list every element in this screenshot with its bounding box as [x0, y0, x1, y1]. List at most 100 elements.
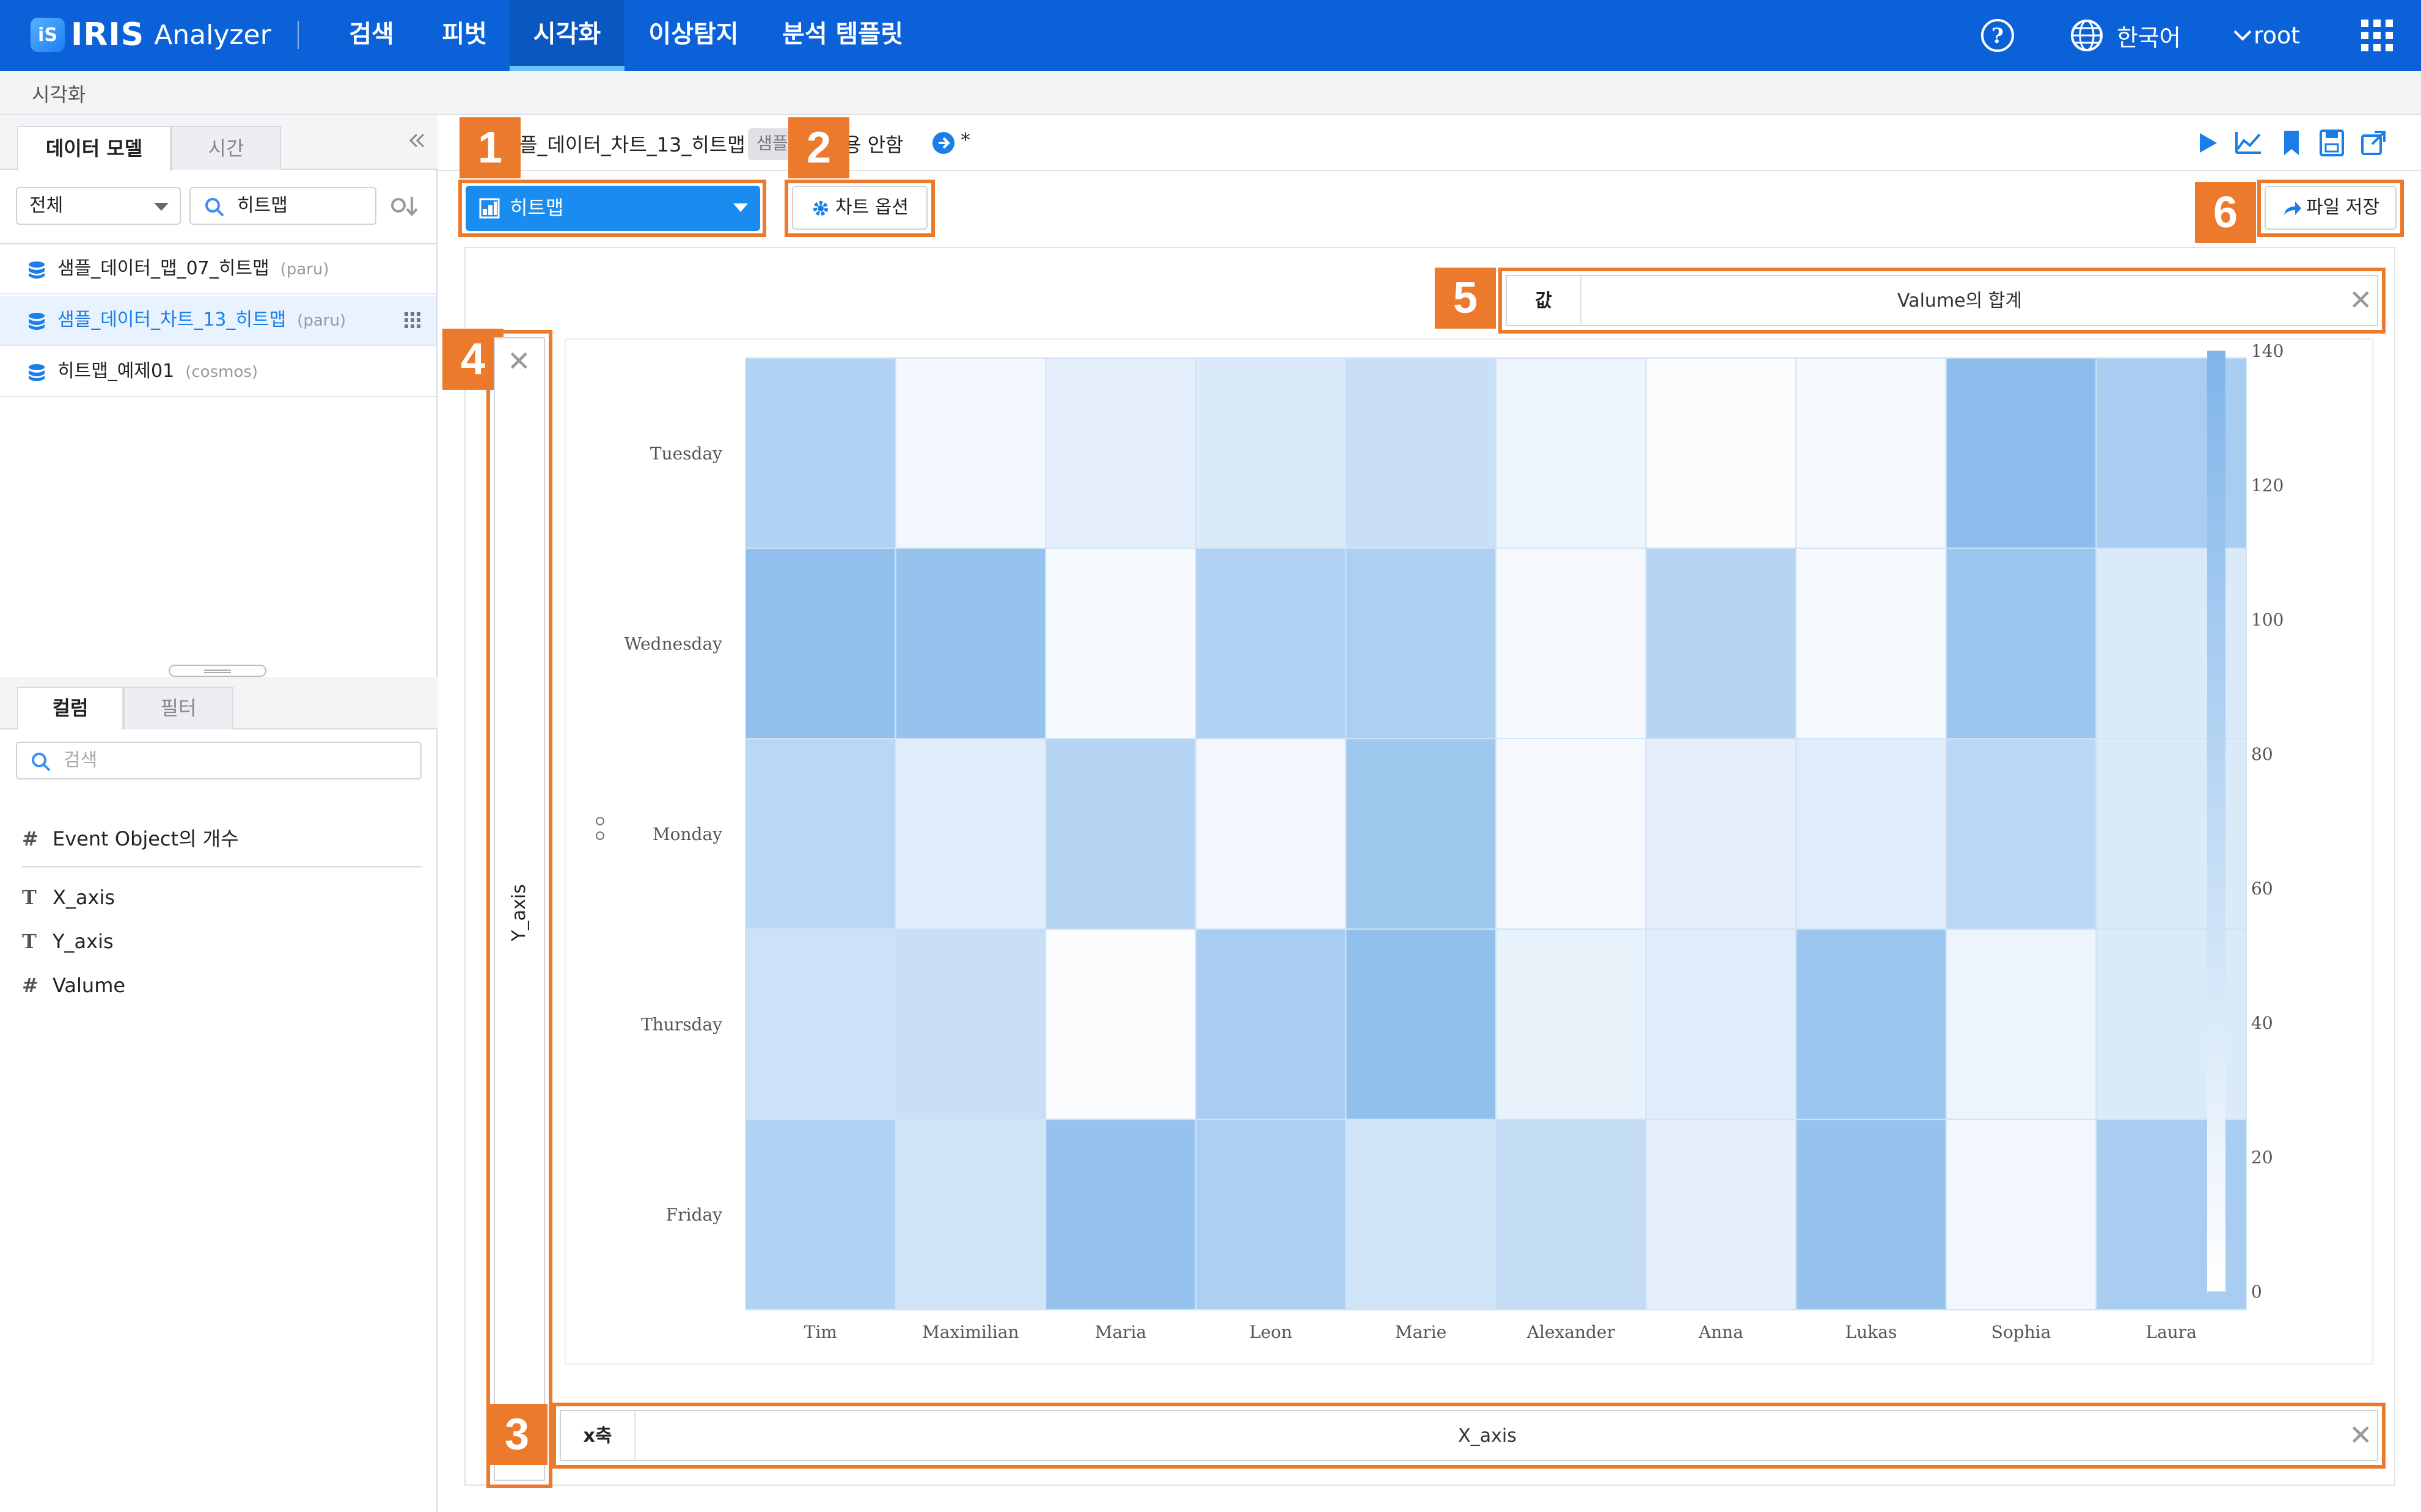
collapse-panel-icon[interactable]: [407, 131, 427, 150]
color-scale-tick: 0: [2251, 1282, 2262, 1302]
globe-icon: [2071, 20, 2103, 51]
legend-toggle[interactable]: [594, 811, 606, 848]
nav-analysis-template[interactable]: 분석 템플릿: [776, 0, 909, 71]
model-item-chart-13[interactable]: 샘플_데이터_차트_13_히트맵 (paru): [0, 296, 436, 346]
heatmap-cell: [1645, 738, 1797, 930]
heatmap-cell: [1345, 738, 1497, 930]
arrow-right-circle-icon[interactable]: [931, 131, 956, 155]
heatmap-cell: [745, 1119, 896, 1311]
x-axis-field-chip[interactable]: X_axis: [634, 1411, 2339, 1461]
report-title[interactable]: 플_데이터_차트_13_히트맵: [519, 130, 745, 158]
x-tick-label: Alexander: [1526, 1322, 1616, 1342]
logo-product: Analyzer: [154, 19, 271, 51]
heatmap-cell: [1195, 547, 1347, 740]
sharing-status: 용 안함: [843, 133, 904, 156]
panel-resize-handle[interactable]: [169, 665, 266, 677]
tab-time[interactable]: 시간: [171, 126, 281, 170]
heatmap-cell: [1495, 547, 1647, 740]
user-menu[interactable]: root: [2254, 0, 2300, 71]
heatmap-cell: [1645, 357, 1797, 549]
chevron-down-icon: [2233, 30, 2252, 41]
column-item-valume[interactable]: # Valume: [22, 970, 125, 1001]
model-item-heatmap-example[interactable]: 히트맵_예제01 (cosmos): [0, 347, 436, 397]
run-icon[interactable]: [2192, 128, 2222, 158]
sort-icon[interactable]: [390, 194, 420, 219]
remove-x-axis-field-icon[interactable]: ✕: [2349, 1421, 2373, 1449]
y-axis-field-value: Y_axis: [508, 884, 530, 941]
y-tick-label: Monday: [653, 824, 722, 844]
column-item-event-count[interactable]: # Event Object의 개수: [22, 824, 239, 854]
heatmap-cell: [1945, 1119, 2097, 1311]
x-axis-field-drop[interactable]: x축 X_axis ✕: [560, 1410, 2378, 1461]
heatmap-cell: [895, 738, 1047, 930]
value-field-drop[interactable]: 값 Valume의 합계 ✕: [1506, 275, 2378, 326]
line-chart-icon[interactable]: [2234, 128, 2263, 158]
callout-badge-3: 3: [486, 1404, 548, 1465]
remove-value-field-icon[interactable]: ✕: [2349, 286, 2373, 314]
nav-search[interactable]: 검색: [335, 0, 408, 71]
help-button[interactable]: ?: [1980, 0, 2015, 71]
save-file-button[interactable]: 파일 저장: [2265, 186, 2397, 230]
column-search-placeholder: 검색: [64, 750, 98, 771]
nav-anomaly-detection[interactable]: 이상탐지: [642, 0, 745, 71]
x-tick-label: Marie: [1395, 1322, 1446, 1342]
callout-badge-2: 2: [788, 117, 849, 178]
y-tick-label: Friday: [666, 1205, 722, 1225]
tab-filter[interactable]: 필터: [123, 687, 233, 729]
language-selector[interactable]: 한국어: [2069, 0, 2253, 71]
tab-columns[interactable]: 컬럼: [17, 687, 123, 729]
x-tick-label: Sophia: [1991, 1322, 2051, 1342]
column-search-input[interactable]: 검색: [16, 742, 422, 780]
chart-options-button[interactable]: 차트 옵션: [792, 186, 928, 230]
heatmap-cell: [1645, 547, 1797, 740]
heatmap-cell: [1045, 357, 1196, 549]
save-file-label: 파일 저장: [2306, 197, 2379, 218]
model-item-map-07[interactable]: 샘플_데이터_맵_07_히트맵 (paru): [0, 244, 436, 294]
external-link-icon[interactable]: [2359, 128, 2388, 158]
heatmap-cell: [1795, 547, 1947, 740]
breadcrumb-label: 시각화: [32, 83, 86, 106]
share-arrow-icon: [2284, 201, 2302, 215]
column-name: Y_axis: [53, 930, 114, 953]
nav-visualization[interactable]: 시각화: [510, 0, 624, 71]
left-panel: 데이터 모델 시간 전체 히트맵 샘플_데이터_맵_07_히트맵 (paru) 샘…: [0, 115, 438, 1512]
color-scale-tick: 20: [2251, 1147, 2273, 1167]
model-name: 샘플_데이터_맵_07_히트맵: [57, 258, 269, 279]
bookmark-icon[interactable]: [2277, 128, 2306, 158]
scope-select[interactable]: 전체: [16, 187, 181, 225]
column-item-y-axis[interactable]: T Y_axis: [22, 926, 114, 957]
x-tick-label: Tim: [804, 1322, 837, 1342]
callout-badge-6: 6: [2195, 182, 2256, 243]
text-type-icon: T: [22, 886, 37, 909]
modified-indicator: *: [961, 128, 970, 152]
numeric-type-icon: #: [22, 827, 38, 850]
heatmap-cell: [1495, 357, 1647, 549]
y-tick-label: Tuesday: [650, 444, 722, 464]
caret-down-icon: [733, 203, 748, 212]
save-icon[interactable]: [2317, 128, 2346, 158]
chart-type-select[interactable]: 히트맵: [466, 186, 760, 231]
heatmap-cell: [1345, 928, 1497, 1120]
apps-grid-button[interactable]: [2359, 0, 2395, 71]
model-search-input[interactable]: 히트맵: [189, 187, 376, 225]
heatmap-cell: [1795, 1119, 1947, 1311]
value-field-chip[interactable]: Valume의 합계: [1580, 276, 2338, 326]
heatmap-cell: [895, 357, 1047, 549]
tab-data-model[interactable]: 데이터 모델: [17, 126, 171, 171]
x-tick-label: Maria: [1095, 1322, 1146, 1342]
drag-handle-icon[interactable]: [403, 310, 422, 330]
app-logo[interactable]: iS IRIS Analyzer: [31, 13, 271, 56]
y-axis-field-chip[interactable]: Y_axis: [495, 864, 544, 962]
column-item-x-axis[interactable]: T X_axis: [22, 882, 115, 913]
legend-dots-icon: [596, 817, 604, 840]
remove-y-axis-field-icon[interactable]: ✕: [507, 347, 531, 375]
y-axis-field-drop[interactable]: ✕ Y_axis: [494, 337, 545, 1481]
report-title-bar: 플_데이터_차트_13_히트맵 샘플 용 안함 *: [438, 115, 2421, 171]
x-tick-label: Laura: [2145, 1322, 2196, 1342]
nav-pivot[interactable]: 피벗: [428, 0, 501, 71]
model-owner: (paru): [297, 312, 346, 330]
x-tick-label: Maximilian: [922, 1322, 1019, 1342]
heatmap-cell: [1945, 357, 2097, 549]
heatmap-cell: [1345, 547, 1497, 740]
text-type-icon: T: [22, 930, 37, 953]
